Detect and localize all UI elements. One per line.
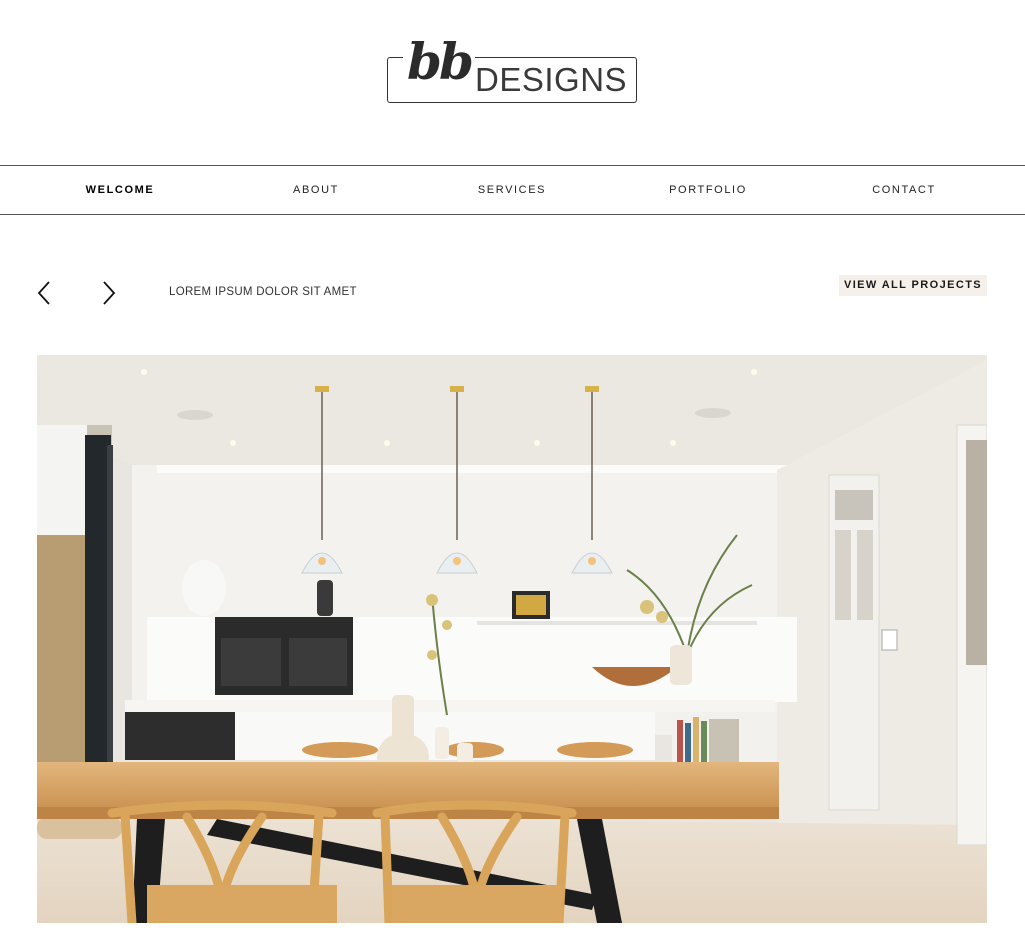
nav-item-about[interactable]: ABOUT: [218, 166, 414, 214]
chevron-right-icon[interactable]: [99, 281, 121, 305]
logo-script: bb: [403, 30, 475, 94]
view-all-projects-button[interactable]: VIEW ALL PROJECTS: [839, 275, 987, 296]
nav-item-portfolio[interactable]: PORTFOLIO: [610, 166, 806, 214]
chevron-left-icon[interactable]: [34, 281, 56, 305]
hero-image: [37, 355, 987, 923]
nav-item-welcome[interactable]: WELCOME: [22, 166, 218, 214]
nav-item-services[interactable]: SERVICES: [414, 166, 610, 214]
main-nav: WELCOME ABOUT SERVICES PORTFOLIO CONTACT: [0, 165, 1025, 215]
nav-item-contact[interactable]: CONTACT: [806, 166, 1002, 214]
project-title: LOREM IPSUM DOLOR SIT AMET: [169, 286, 357, 298]
logo-wordmark: DESIGNS: [475, 61, 628, 98]
brand-logo[interactable]: bb DESIGNS: [387, 30, 637, 104]
